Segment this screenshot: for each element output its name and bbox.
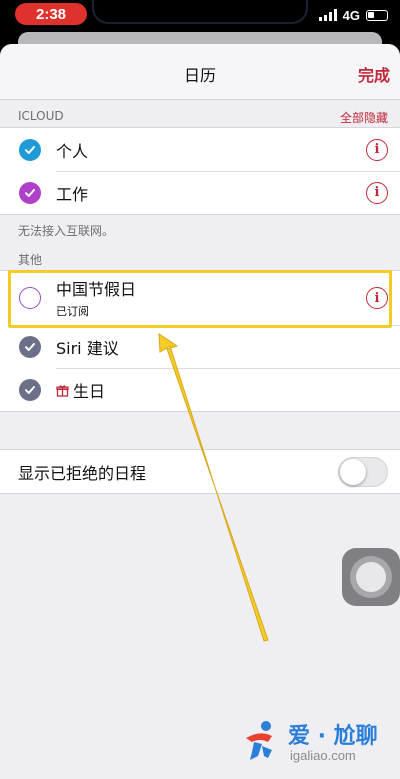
hide-all-button[interactable]: 全部隐藏: [340, 109, 388, 126]
calendar-label: 生日: [73, 381, 106, 401]
notch: [92, 0, 308, 24]
done-button[interactable]: 完成: [358, 62, 390, 86]
section-header-icloud: ICLOUD: [18, 109, 64, 123]
watermark-url: igaliao.com: [290, 748, 356, 763]
calendar-label: 个人: [56, 141, 89, 161]
page-title: 日历: [183, 66, 216, 85]
info-icon[interactable]: i: [366, 138, 388, 161]
assistive-touch-button[interactable]: [342, 548, 400, 606]
checkmark-icon[interactable]: [19, 138, 41, 161]
signal-icon: [318, 9, 337, 21]
watermark-logo-icon: [246, 721, 272, 760]
status-time: 2:38: [15, 3, 87, 25]
checkmark-icon[interactable]: [19, 335, 41, 358]
calendar-label: Siri 建议: [56, 338, 119, 358]
info-icon[interactable]: i: [366, 181, 388, 204]
highlight-box: [8, 270, 392, 328]
declined-events-row: 显示已拒绝的日程: [0, 450, 400, 493]
calendar-label-with-icon: 生日: [56, 378, 105, 402]
toggle-knob: [340, 458, 366, 485]
icloud-calendar-list: 个人 i 工作 i: [0, 127, 400, 215]
checkmark-icon[interactable]: [19, 181, 41, 204]
watermark-text: 爱 · 尬聊: [288, 724, 378, 749]
calendar-row-work[interactable]: 工作 i: [0, 171, 400, 214]
declined-events-toggle[interactable]: [338, 456, 388, 487]
calendar-row-siri-suggestions[interactable]: Siri 建议: [0, 325, 400, 368]
section-header-other: 其他: [18, 253, 43, 267]
calendar-row-birthdays[interactable]: 生日: [0, 368, 400, 411]
status-bar: 2:38 4G: [0, 0, 400, 30]
declined-events-group: 显示已拒绝的日程: [0, 449, 400, 494]
checkmark-icon[interactable]: [19, 378, 41, 401]
watermark: 爱 · 尬聊 igaliao.com: [238, 712, 398, 772]
network-type: 4G: [342, 7, 360, 23]
calendar-row-personal[interactable]: 个人 i: [0, 128, 400, 171]
gift-icon: [56, 384, 69, 401]
battery-icon: [366, 9, 388, 21]
nav-bar: 日历 完成: [0, 44, 400, 100]
declined-events-label: 显示已拒绝的日程: [18, 463, 147, 483]
calendar-label: 工作: [56, 184, 89, 204]
offline-note: 无法接入互联网。: [18, 224, 115, 238]
status-indicators: 4G: [318, 6, 388, 24]
calendars-sheet: 日历 完成 ICLOUD 全部隐藏 个人 i 工作 i 无法接入互联网。 其他 …: [0, 44, 400, 779]
